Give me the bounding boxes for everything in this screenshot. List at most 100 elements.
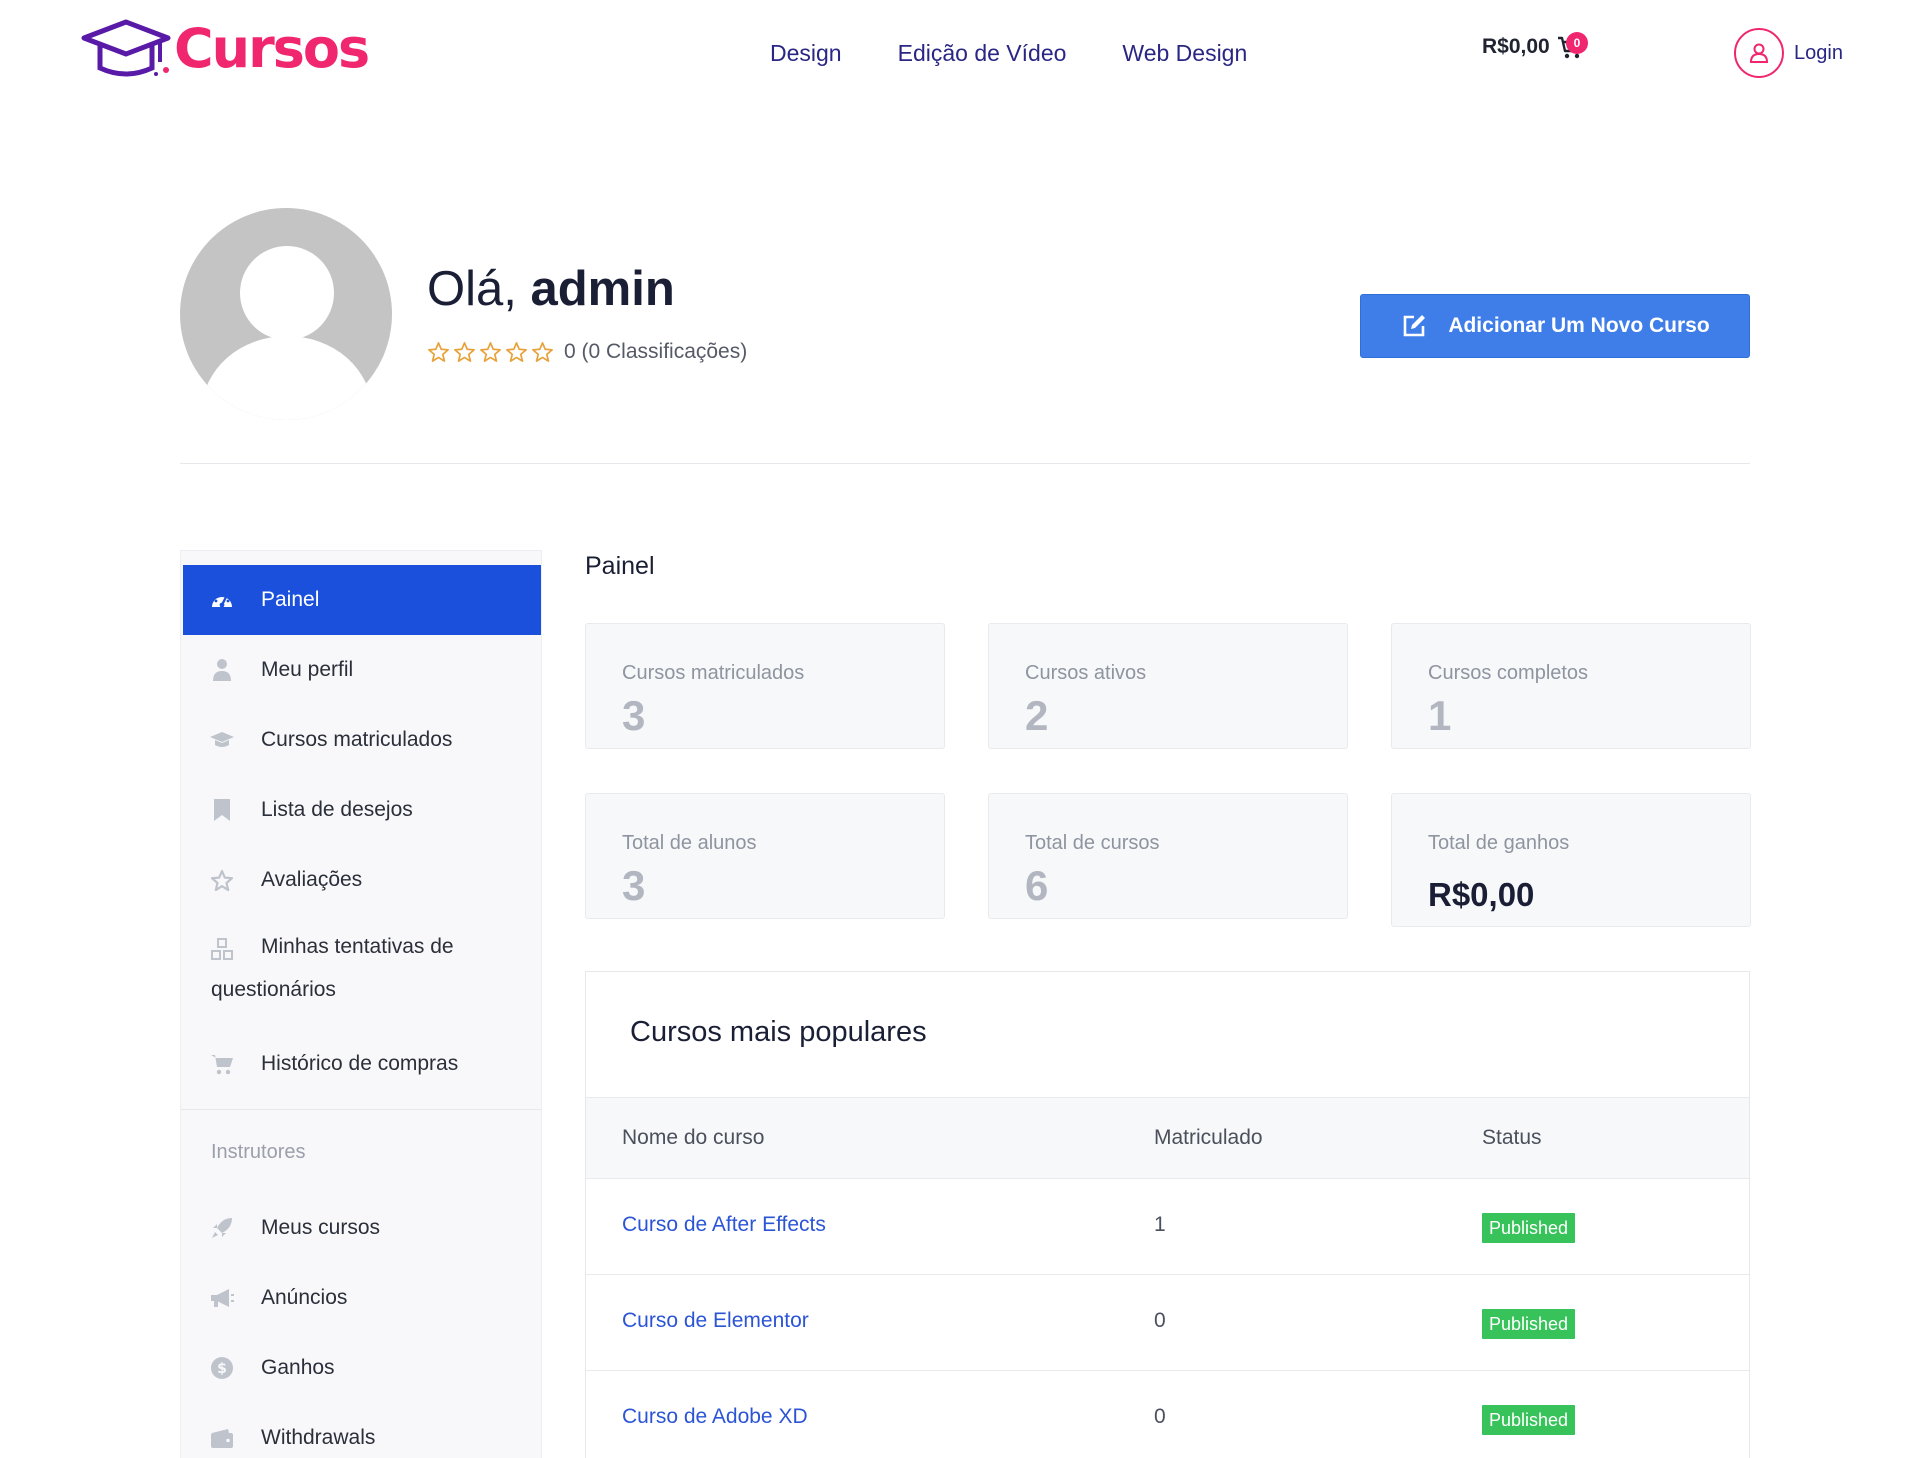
star-icon (209, 867, 235, 893)
nav-edicao-de-video[interactable]: Edição de Vídeo (898, 36, 1067, 70)
sidebar-item-label: Ganhos (261, 1356, 335, 1379)
cart-total: R$0,00 (1482, 35, 1550, 58)
megaphone-icon (209, 1285, 235, 1311)
course-link[interactable]: Curso de Elementor (622, 1309, 809, 1333)
cart-count-badge: 0 (1566, 32, 1588, 54)
page-title: Olá, admin (427, 256, 675, 322)
stat-value: 2 (1025, 692, 1049, 739)
cart-icon (209, 1051, 235, 1077)
popular-courses-title: Cursos mais populares (630, 1016, 927, 1048)
sidebar-item-withdrawals[interactable]: Withdrawals (183, 1403, 541, 1458)
table-row: Curso de Adobe XD 0 Published (586, 1371, 1749, 1458)
logo-text: Cursos (174, 17, 370, 80)
stat-card-total-de-alunos: Total de alunos 3 (585, 793, 945, 919)
add-new-course-label: Adicionar Um Novo Curso (1448, 314, 1710, 337)
add-new-course-button[interactable]: Adicionar Um Novo Curso (1360, 294, 1750, 358)
svg-text:$: $ (217, 1361, 227, 1377)
login-button[interactable]: Login (1734, 28, 1843, 78)
course-link[interactable]: Curso de Adobe XD (622, 1405, 808, 1429)
enrolled-count: 0 (1154, 1405, 1166, 1428)
sidebar-item-meu-perfil[interactable]: Meu perfil (183, 635, 541, 705)
profile-divider (180, 463, 1750, 464)
stat-label: Cursos completos (1428, 662, 1589, 684)
site-logo[interactable]: Cursos (80, 17, 370, 80)
sidebar-item-label: Painel (261, 588, 320, 611)
stat-value: 6 (1025, 862, 1049, 909)
stat-card-total-de-cursos: Total de cursos 6 (988, 793, 1348, 919)
sidebar-item-label: Lista de desejos (261, 798, 413, 821)
user-icon (209, 657, 235, 683)
sidebar-item-ganhos[interactable]: $ Ganhos (183, 1333, 541, 1403)
dashboard-sidebar: Painel Meu perfil Cursos matriculados Li… (180, 550, 542, 1458)
sidebar-item-historico-de-compras[interactable]: Histórico de compras (183, 1029, 541, 1099)
enrolled-count: 0 (1154, 1309, 1166, 1332)
graduation-cap-logo-icon (81, 19, 171, 77)
sidebar-item-meus-cursos[interactable]: Meus cursos (183, 1193, 541, 1263)
star-outline-icon (506, 342, 527, 362)
nav-web-design[interactable]: Web Design (1122, 36, 1247, 70)
sidebar-item-avaliacoes[interactable]: Avaliações (183, 845, 541, 915)
login-label: Login (1794, 41, 1843, 64)
stat-card-cursos-ativos: Cursos ativos 2 (988, 623, 1348, 749)
sidebar-section-instrutores: Instrutores (211, 1141, 306, 1163)
rating-stars (427, 341, 554, 363)
username: admin (530, 262, 675, 316)
instructor-rating: 0 (0 Classificações) (427, 340, 747, 364)
user-icon (1734, 28, 1784, 78)
table-row: Curso de After Effects 1 Published (586, 1179, 1749, 1275)
avatar (180, 208, 392, 420)
sidebar-item-cursos-matriculados[interactable]: Cursos matriculados (183, 705, 541, 775)
stat-value: R$0,00 (1428, 876, 1535, 913)
stat-label: Total de cursos (1025, 832, 1160, 854)
column-header-status: Status (1482, 1126, 1542, 1149)
graduation-cap-icon (209, 727, 235, 753)
table-row: Curso de Elementor 0 Published (586, 1275, 1749, 1371)
sidebar-divider (181, 1109, 541, 1110)
sidebar-item-label: Minhas tentativas de questionários (211, 935, 454, 1001)
stat-value: 3 (622, 862, 646, 909)
course-link[interactable]: Curso de After Effects (622, 1213, 826, 1237)
stat-label: Cursos matriculados (622, 662, 805, 684)
site-header: Cursos Design Edição de Vídeo Web Design… (0, 0, 1920, 110)
sidebar-item-label: Histórico de compras (261, 1052, 459, 1075)
status-badge: Published (1482, 1309, 1576, 1339)
sidebar-item-label: Cursos matriculados (261, 728, 453, 751)
star-outline-icon (532, 342, 553, 362)
coin-icon: $ (209, 1355, 235, 1381)
stat-value: 1 (1428, 692, 1452, 739)
rocket-icon (209, 1215, 235, 1241)
sidebar-item-tentativas-questionarios[interactable]: Minhas tentativas de questionários (183, 925, 541, 1021)
popular-courses-panel: Cursos mais populares Nome do curso Matr… (585, 971, 1750, 1458)
stat-label: Total de alunos (622, 832, 757, 854)
star-outline-icon (454, 342, 475, 362)
status-badge: Published (1482, 1405, 1576, 1435)
popular-courses-table-header: Nome do curso Matriculado Status (586, 1097, 1749, 1179)
rating-text: 0 (0 Classificações) (564, 340, 748, 363)
dashboard-icon (209, 587, 235, 613)
status-badge: Published (1482, 1213, 1576, 1243)
greeting-text: Olá, (427, 262, 517, 316)
column-header-nome-do-curso: Nome do curso (622, 1126, 765, 1149)
enrolled-count: 1 (1154, 1213, 1166, 1236)
stat-label: Total de ganhos (1428, 832, 1570, 854)
edit-icon (1404, 315, 1426, 337)
main-nav: Design Edição de Vídeo Web Design (770, 36, 1247, 70)
sidebar-item-lista-de-desejos[interactable]: Lista de desejos (183, 775, 541, 845)
sidebar-item-label: Avaliações (261, 868, 363, 891)
column-header-matriculado: Matriculado (1154, 1126, 1263, 1149)
sidebar-item-label: Anúncios (261, 1286, 348, 1309)
nav-design[interactable]: Design (770, 36, 842, 70)
wallet-icon (209, 1425, 235, 1451)
stat-label: Cursos ativos (1025, 662, 1147, 684)
sidebar-item-label: Meus cursos (261, 1216, 381, 1239)
stat-card-total-de-ganhos: Total de ganhos R$0,00 (1391, 793, 1751, 927)
star-outline-icon (428, 342, 449, 362)
sidebar-item-label: Meu perfil (261, 658, 354, 681)
sidebar-item-anuncios[interactable]: Anúncios (183, 1263, 541, 1333)
dashboard-title: Painel (585, 552, 655, 580)
sidebar-item-painel[interactable]: Painel (183, 565, 541, 635)
star-outline-icon (480, 342, 501, 362)
stat-value: 3 (622, 692, 646, 739)
sidebar-item-label: Withdrawals (261, 1426, 376, 1449)
bookmark-icon (209, 797, 235, 823)
